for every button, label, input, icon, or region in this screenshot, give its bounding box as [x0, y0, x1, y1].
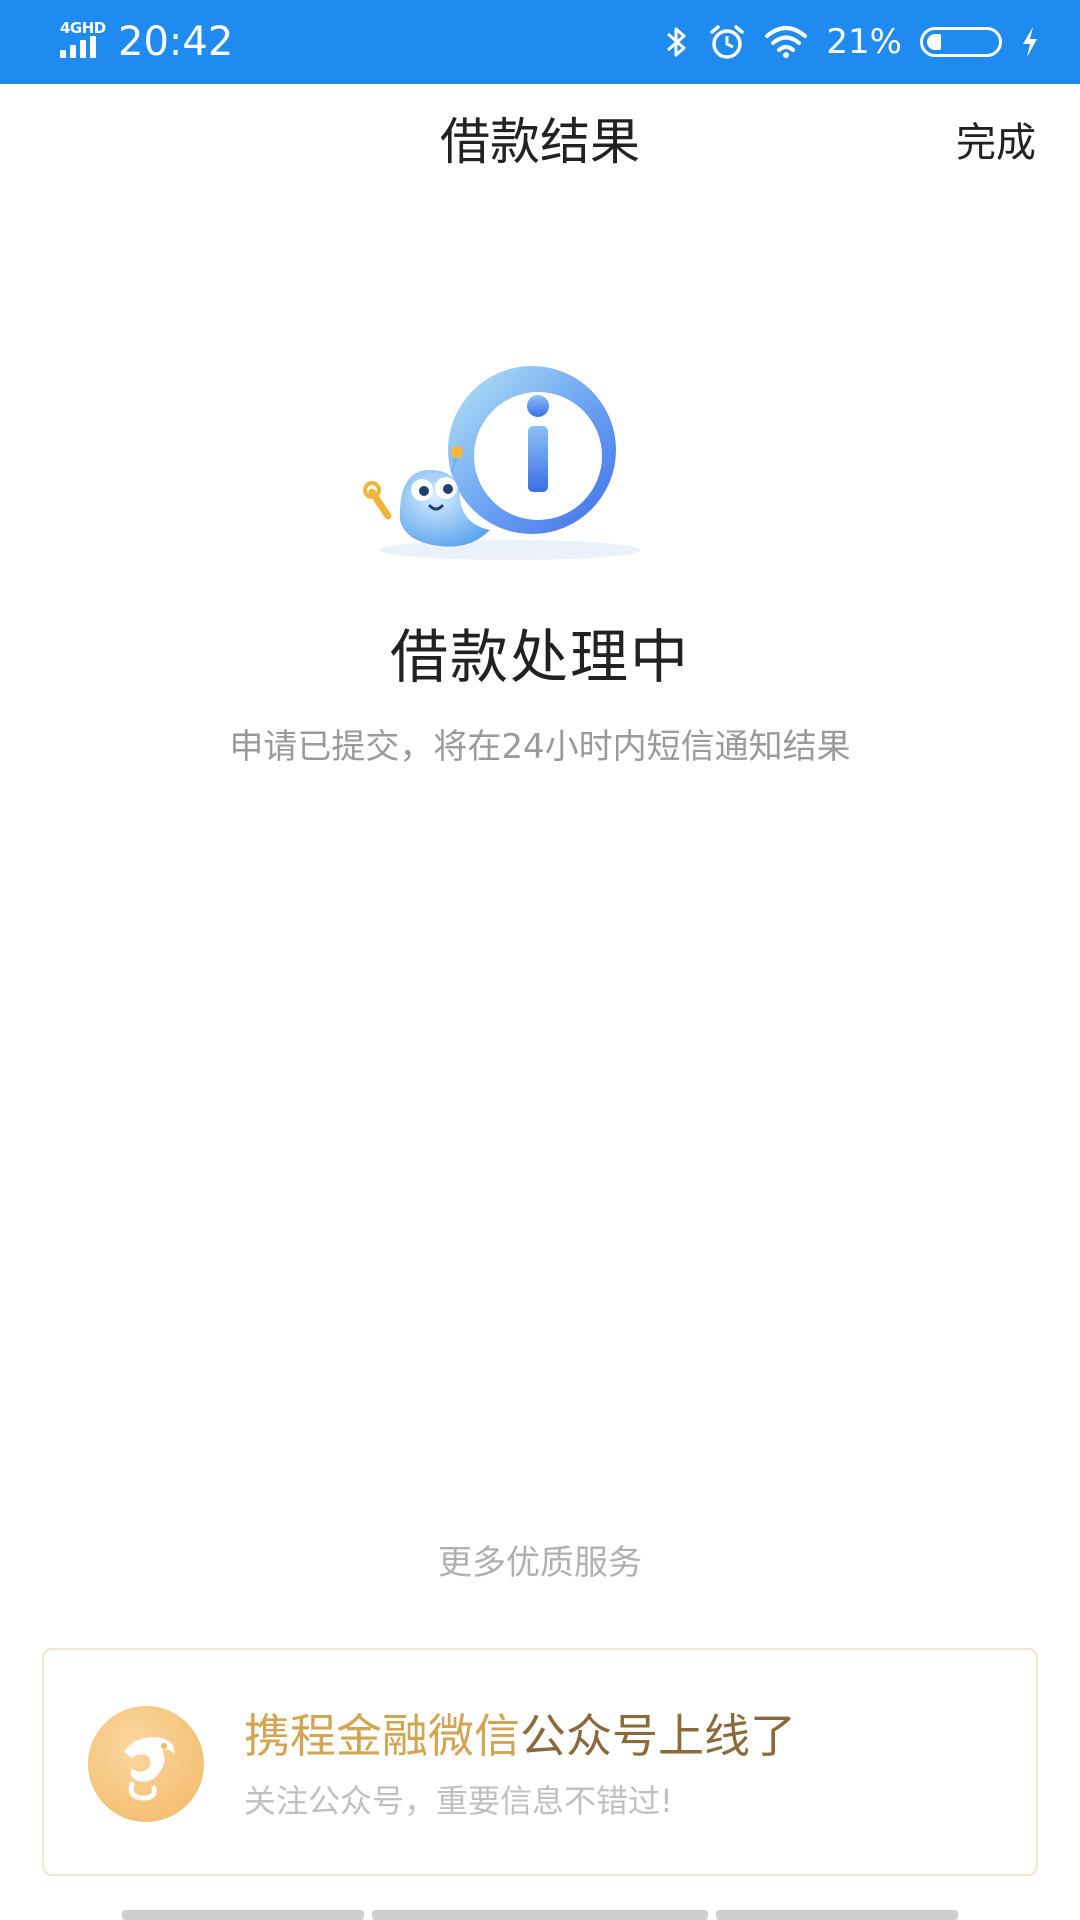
- wifi-icon: [764, 25, 808, 59]
- result-description: 申请已提交，将在24小时内短信通知结果: [229, 727, 851, 767]
- peek-card: [372, 1910, 708, 1920]
- page-title: 借款结果: [440, 113, 640, 171]
- nav-bar: 借款结果 完成: [0, 84, 1080, 200]
- promo-title-highlight: 携程金融微信: [244, 1709, 520, 1763]
- wechat-promo-card[interactable]: 携程金融微信公众号上线了 关注公众号，重要信息不错过!: [42, 1648, 1038, 1876]
- bluetooth-icon: [664, 24, 690, 60]
- status-time: 20:42: [118, 19, 234, 65]
- promo-subtitle: 关注公众号，重要信息不错过!: [244, 1782, 673, 1820]
- battery-percent: 21%: [826, 22, 902, 62]
- promo-title-rest: 公众号上线了: [520, 1709, 796, 1763]
- network-type: 4GHD: [60, 19, 106, 37]
- bottom-cards-peek: [0, 1910, 1080, 1920]
- peek-card: [716, 1910, 958, 1920]
- info-mascot-icon: [360, 350, 660, 580]
- charging-icon: [1020, 25, 1040, 59]
- peek-card: [122, 1910, 364, 1920]
- result-title: 借款处理中: [389, 623, 690, 691]
- done-button[interactable]: 完成: [956, 118, 1036, 168]
- status-bar: 4GHD 20:42 21%: [0, 0, 1080, 84]
- more-services-label: 更多优质服务: [438, 1543, 642, 1583]
- alarm-icon: [708, 23, 746, 61]
- promo-title: 携程金融微信公众号上线了: [244, 1708, 796, 1764]
- signal-icon: 4GHD: [58, 19, 106, 62]
- dolphin-logo-icon: [88, 1706, 204, 1822]
- battery-icon: [920, 27, 1002, 57]
